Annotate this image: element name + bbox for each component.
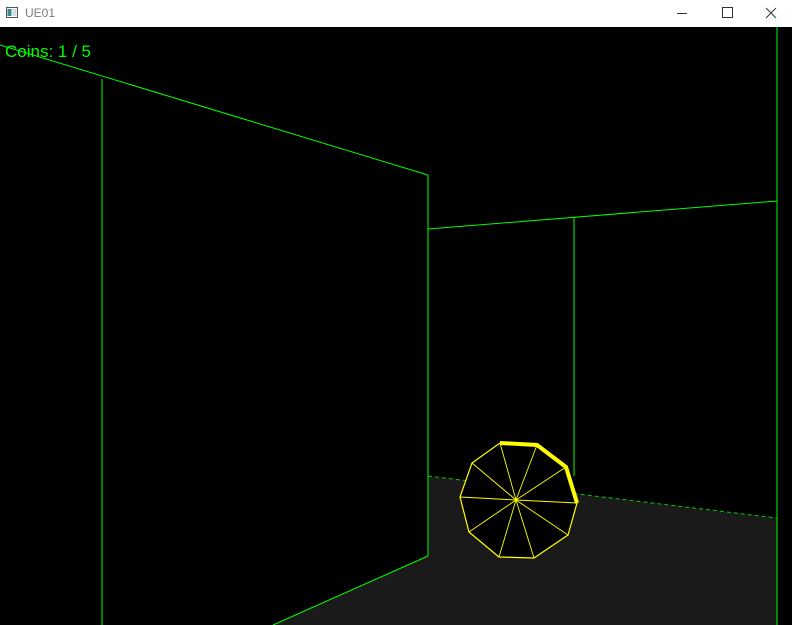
title-bar[interactable]: UE01 <box>0 0 792 27</box>
wall-edge-top-back <box>427 200 778 230</box>
window-title: UE01 <box>25 6 56 20</box>
wall-edge-top-left <box>0 44 429 176</box>
game-window: UE01 Coins: 1 / 5 <box>0 0 792 625</box>
maximize-button[interactable] <box>704 0 750 27</box>
wireframe-scene <box>0 27 778 625</box>
game-viewport[interactable] <box>0 27 792 625</box>
minimize-icon <box>677 13 687 14</box>
maximize-icon <box>722 7 733 18</box>
close-button[interactable] <box>748 0 792 27</box>
close-icon <box>765 7 777 19</box>
coins-counter: Coins: 1 / 5 <box>5 42 91 61</box>
minimize-button[interactable] <box>659 0 705 27</box>
app-window-icon <box>6 7 18 18</box>
